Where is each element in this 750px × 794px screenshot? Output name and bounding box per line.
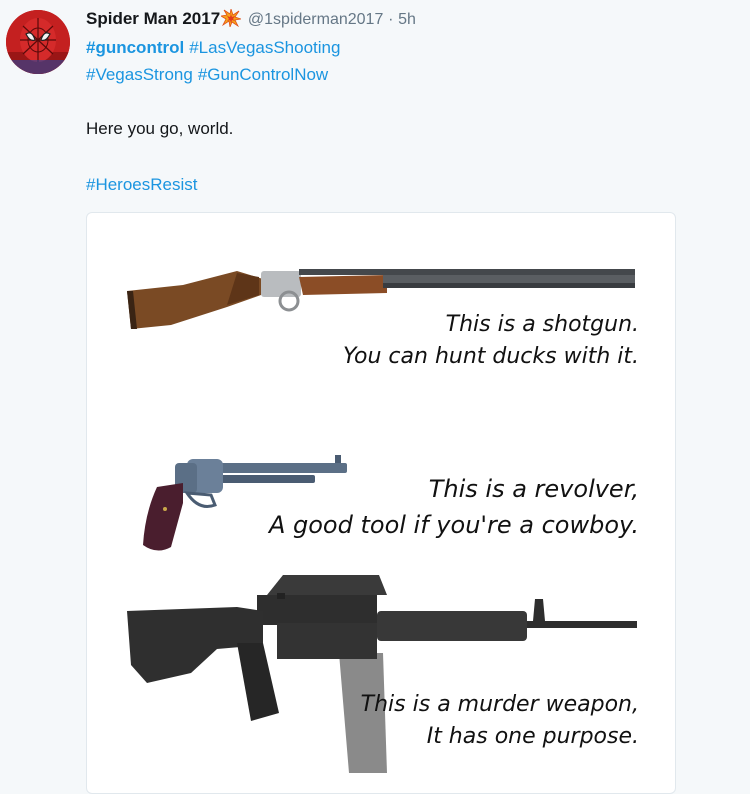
avatar[interactable] — [6, 10, 70, 74]
hashtag-link[interactable]: #LasVegasShooting — [189, 38, 340, 57]
caption-line: This is a revolver, — [428, 475, 639, 503]
user-handle[interactable]: @1spiderman2017 — [248, 11, 383, 28]
timestamp[interactable]: 5h — [398, 11, 416, 28]
hashtag-line-2: #VegasStrong #GunControlNow — [86, 64, 328, 86]
display-name[interactable]: Spider Man 2017 — [86, 9, 220, 28]
hashtag-link[interactable]: #HeroesResist — [86, 175, 198, 194]
spiderman-avatar-image — [6, 10, 70, 74]
rifle-caption: This is a murder weapon, It has one purp… — [361, 689, 639, 753]
media-card[interactable]: This is a shotgun. You can hunt ducks wi… — [86, 212, 676, 794]
hashtag-line-3: #HeroesResist — [86, 174, 198, 196]
tweet-header: Spider Man 2017 @1spiderman2017 · 5h — [86, 7, 416, 31]
hashtag-link[interactable]: #GunControlNow — [198, 65, 328, 84]
revolver-caption: This is a revolver, A good tool if you'r… — [269, 471, 639, 543]
separator-dot: · — [388, 11, 394, 28]
caption-line: A good tool if you're a cowboy. — [268, 511, 639, 539]
hashtag-line-1: #guncontrol #LasVegasShooting — [86, 37, 340, 59]
explosion-icon — [220, 7, 242, 29]
hashtag-link[interactable]: #VegasStrong — [86, 65, 193, 84]
hashtag-link[interactable]: #guncontrol — [86, 38, 184, 57]
caption-line: You can hunt ducks with it. — [343, 344, 639, 369]
tweet-text: Here you go, world. — [86, 119, 234, 138]
caption-line: This is a murder weapon, — [360, 692, 639, 717]
shotgun-caption: This is a shotgun. You can hunt ducks wi… — [343, 309, 639, 373]
caption-line: It has one purpose. — [426, 724, 639, 749]
caption-line: This is a shotgun. — [445, 312, 639, 337]
